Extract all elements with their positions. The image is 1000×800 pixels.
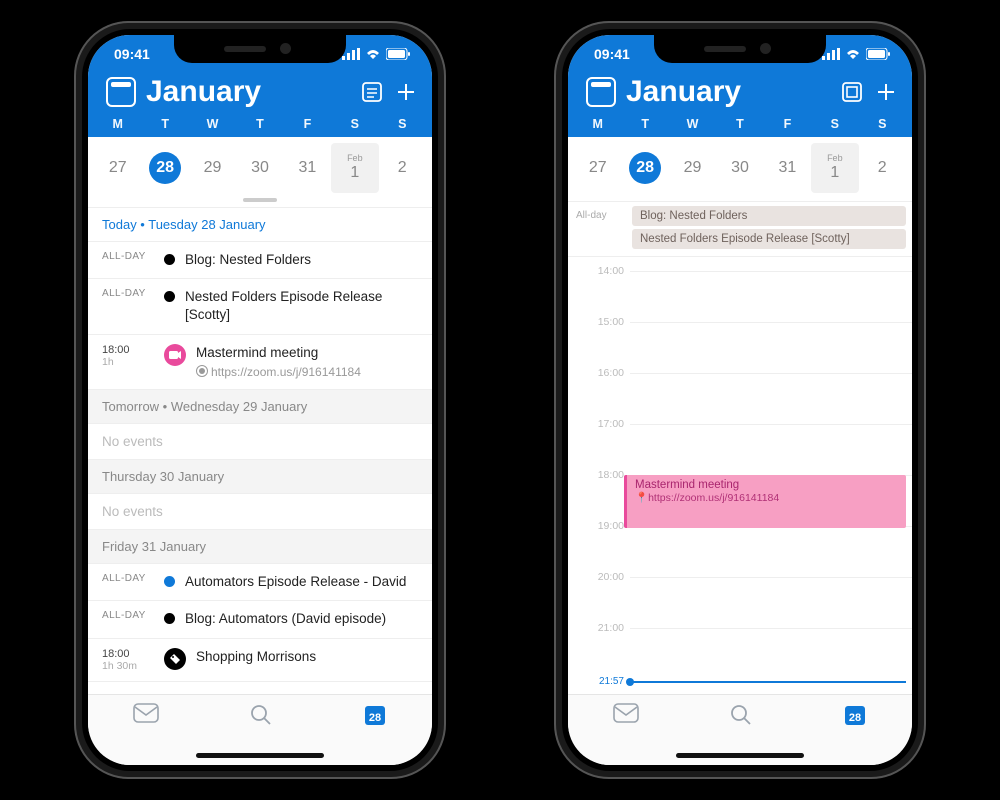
tab-mail[interactable] <box>613 703 639 723</box>
add-event-icon[interactable] <box>874 80 898 104</box>
calendar-dot-icon <box>164 576 175 587</box>
calendar-dot-icon <box>164 291 175 302</box>
device-notch <box>174 35 346 63</box>
device-notch <box>654 35 826 63</box>
tab-calendar[interactable]: 28 <box>363 703 387 727</box>
agenda-event[interactable]: 18:001hMastermind meetinghttps://zoom.us… <box>88 335 432 390</box>
week-days: 2728293031Feb12 <box>88 137 432 193</box>
weekday-label: F <box>764 117 811 131</box>
hour-row: 14:00 <box>568 271 912 283</box>
agenda-list[interactable]: Today • Tuesday 28 JanuaryALL-DAYBlog: N… <box>88 208 432 682</box>
day-cell[interactable]: 30 <box>236 143 283 193</box>
day-cell[interactable]: Feb1 <box>811 143 858 193</box>
weekday-label: T <box>236 117 283 131</box>
day-cell[interactable]: 28 <box>621 143 668 193</box>
weekday-label: S <box>811 117 858 131</box>
day-cell[interactable]: 29 <box>669 143 716 193</box>
month-title[interactable]: January <box>146 75 350 109</box>
wifi-icon <box>845 48 861 60</box>
hour-row: 17:00 <box>568 424 912 436</box>
location-icon: 📍 <box>635 492 648 504</box>
camera-icon <box>164 344 186 366</box>
section-header: Thursday 30 January <box>88 460 432 494</box>
home-indicator[interactable] <box>676 753 804 758</box>
day-cell[interactable]: 30 <box>716 143 763 193</box>
app-menu-icon[interactable] <box>586 77 616 107</box>
weekday-label: M <box>574 117 621 131</box>
day-cell[interactable]: 27 <box>94 143 141 193</box>
tab-calendar[interactable]: 28 <box>843 703 867 727</box>
hour-row: 20:00 <box>568 577 912 589</box>
agenda-view-icon[interactable] <box>360 80 384 104</box>
allday-label: All-day <box>568 202 632 256</box>
weekday-labels: MTWTFSS <box>568 117 912 137</box>
svg-text:28: 28 <box>369 712 381 724</box>
tab-search[interactable] <box>729 703 753 727</box>
calendar-dot-icon <box>164 613 175 624</box>
agenda-event[interactable]: ALL-DAYNested Folders Episode Release [S… <box>88 279 432 334</box>
day-cell[interactable]: 2 <box>379 143 426 193</box>
phone-agenda: 09:41 January MTWTFSS 2728293031Feb12 To… <box>74 21 446 779</box>
weekday-label: T <box>141 117 188 131</box>
weekday-label: S <box>331 117 378 131</box>
day-cell[interactable]: Feb1 <box>331 143 378 193</box>
now-indicator: 21:57 <box>568 676 906 687</box>
status-time: 09:41 <box>114 46 150 62</box>
weekday-label: T <box>621 117 668 131</box>
phone-timeline: 09:41 January MTWTFSS 2728293031Feb12 Al… <box>554 21 926 779</box>
status-time: 09:41 <box>594 46 630 62</box>
agenda-event[interactable]: ALL-DAYBlog: Automators (David episode) <box>88 601 432 638</box>
section-header: Friday 31 January <box>88 530 432 564</box>
battery-icon <box>386 48 410 60</box>
hour-row: 16:00 <box>568 373 912 385</box>
weekday-label: S <box>379 117 426 131</box>
agenda-event[interactable]: ALL-DAYBlog: Nested Folders <box>88 242 432 279</box>
tab-search[interactable] <box>249 703 273 727</box>
calendar-dot-icon <box>164 254 175 265</box>
weekday-label: F <box>284 117 331 131</box>
allday-row: All-day Blog: Nested Folders Nested Folde… <box>568 202 912 257</box>
home-indicator[interactable] <box>196 753 324 758</box>
weekday-label: W <box>189 117 236 131</box>
status-indicators <box>342 48 410 60</box>
week-days: 2728293031Feb12 <box>568 137 912 193</box>
battery-icon <box>866 48 890 60</box>
timeline-event[interactable]: Mastermind meeting📍https://zoom.us/j/916… <box>624 475 906 528</box>
allday-event[interactable]: Blog: Nested Folders <box>632 206 906 226</box>
weekday-label: T <box>716 117 763 131</box>
wifi-icon <box>365 48 381 60</box>
day-view-icon[interactable] <box>840 80 864 104</box>
day-cell[interactable]: 29 <box>189 143 236 193</box>
location-icon <box>196 365 208 377</box>
day-cell[interactable]: 28 <box>141 143 188 193</box>
agenda-event[interactable]: ALL-DAYAutomators Episode Release - Davi… <box>88 564 432 601</box>
add-event-icon[interactable] <box>394 80 418 104</box>
day-cell[interactable]: 2 <box>859 143 906 193</box>
no-events: No events <box>88 424 432 460</box>
section-header: Today • Tuesday 28 January <box>88 208 432 242</box>
day-cell[interactable]: 31 <box>764 143 811 193</box>
status-indicators <box>822 48 890 60</box>
agenda-event[interactable]: 18:001h 30mShopping Morrisons <box>88 639 432 682</box>
day-cell[interactable]: 31 <box>284 143 331 193</box>
tab-mail[interactable] <box>133 703 159 723</box>
app-menu-icon[interactable] <box>106 77 136 107</box>
hour-row: 21:00 <box>568 628 912 640</box>
weekday-label: S <box>859 117 906 131</box>
section-header: Tomorrow • Wednesday 29 January <box>88 390 432 424</box>
allday-event[interactable]: Nested Folders Episode Release [Scotty] <box>632 229 906 249</box>
timeline[interactable]: 14:0015:0016:0017:0018:0019:0020:0021:00… <box>568 257 912 687</box>
svg-text:28: 28 <box>849 712 861 724</box>
weekday-label: W <box>669 117 716 131</box>
hour-row: 15:00 <box>568 322 912 334</box>
month-title[interactable]: January <box>626 75 830 109</box>
weekday-labels: MTWTFSS <box>88 117 432 137</box>
drag-handle[interactable] <box>88 193 432 208</box>
tag-icon <box>164 648 186 670</box>
no-events: No events <box>88 494 432 530</box>
day-cell[interactable]: 27 <box>574 143 621 193</box>
weekday-label: M <box>94 117 141 131</box>
